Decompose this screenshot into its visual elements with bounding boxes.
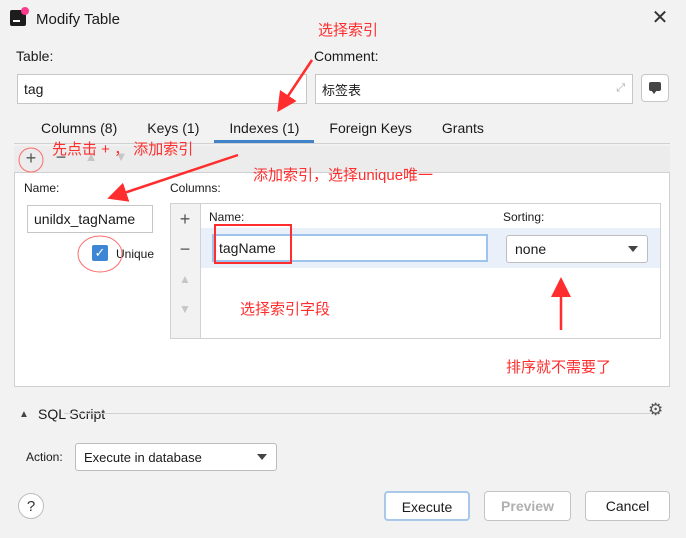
- annotation-select-field: 选择索引字段: [240, 301, 331, 318]
- annotation-add-unique: 添加索引，选择unique唯一: [253, 167, 434, 184]
- annotation-click-add: 先点击 + ， 添加索引: [52, 141, 194, 158]
- highlight-column-name: [214, 224, 292, 264]
- annotation-overlay: [18, 59, 571, 330]
- arrow-to-index-name: [107, 153, 239, 202]
- annotation-select-index: 选择索引: [318, 22, 379, 39]
- annotation-no-sort: 排序就不需要了: [506, 359, 612, 376]
- highlight-unique-checkbox: [77, 235, 123, 273]
- arrow-to-indexes-tab: [277, 59, 314, 113]
- highlight-add-button: [18, 147, 44, 173]
